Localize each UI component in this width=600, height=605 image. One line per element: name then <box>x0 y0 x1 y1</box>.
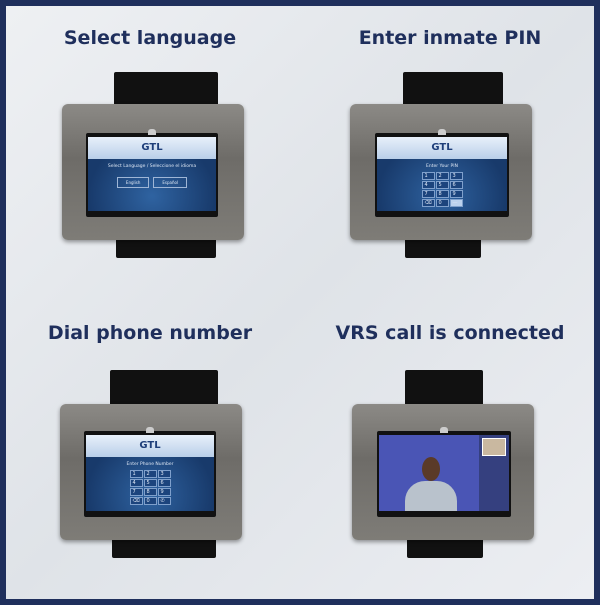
key[interactable]: 1 <box>421 172 435 180</box>
kiosk-screen: GTL Select Language / Seleccione el idio… <box>86 129 218 217</box>
key[interactable]: 6 <box>449 181 463 189</box>
panel-title: Select language <box>63 27 237 49</box>
key[interactable]: 7 <box>129 488 143 496</box>
key[interactable]: 5 <box>435 181 449 189</box>
panel-title: Dial phone number <box>47 322 253 344</box>
key[interactable]: 9 <box>449 190 463 198</box>
prompt: Enter Your PIN <box>426 164 458 169</box>
key[interactable]: 2 <box>435 172 449 180</box>
key[interactable]: 0 <box>435 199 449 207</box>
espanol-button[interactable]: Español <box>153 177 188 188</box>
key[interactable]: 6 <box>157 479 171 487</box>
kiosk-screen <box>377 427 511 517</box>
call-key[interactable]: ✆ <box>157 497 171 505</box>
key[interactable]: 3 <box>157 470 171 478</box>
kiosk-screen: GTL Enter Phone Number 123 456 789 ⌫ 0 ✆ <box>84 427 216 517</box>
key[interactable]: 4 <box>421 181 435 189</box>
gtl-logo: GTL <box>88 137 216 159</box>
key[interactable]: ⌫ <box>421 199 435 207</box>
key[interactable]: 7 <box>421 190 435 198</box>
key[interactable]: ⌫ <box>129 497 143 505</box>
interpreter-video <box>401 449 461 511</box>
key[interactable]: — <box>449 199 463 207</box>
prompt: Select Language / Seleccione el idioma <box>107 164 197 169</box>
mount-block <box>405 370 483 406</box>
key[interactable]: 5 <box>143 479 157 487</box>
panel-title: VRS call is connected <box>335 322 565 344</box>
key[interactable]: 2 <box>143 470 157 478</box>
key[interactable]: 4 <box>129 479 143 487</box>
key[interactable]: 8 <box>435 190 449 198</box>
english-button[interactable]: English <box>116 177 150 188</box>
key[interactable]: 1 <box>129 470 143 478</box>
key[interactable]: 0 <box>143 497 157 505</box>
panel-title: Enter inmate PIN <box>358 27 542 49</box>
mount-block <box>110 370 218 406</box>
self-view-inset <box>482 438 506 456</box>
key[interactable]: 3 <box>449 172 463 180</box>
key[interactable]: 9 <box>157 488 171 496</box>
key[interactable]: 8 <box>143 488 157 496</box>
gtl-logo: GTL <box>377 137 507 159</box>
keypad: 123 456 789 ⌫ 0— <box>377 172 507 207</box>
gtl-logo: GTL <box>86 435 214 457</box>
prompt: Enter Phone Number <box>126 462 174 467</box>
video-call <box>379 435 509 511</box>
mount-block <box>114 72 218 108</box>
mount-block <box>403 72 503 108</box>
keypad: 123 456 789 ⌫ 0 ✆ <box>86 470 214 505</box>
kiosk-screen: GTL Enter Your PIN 123 456 789 ⌫ 0— <box>375 129 509 217</box>
